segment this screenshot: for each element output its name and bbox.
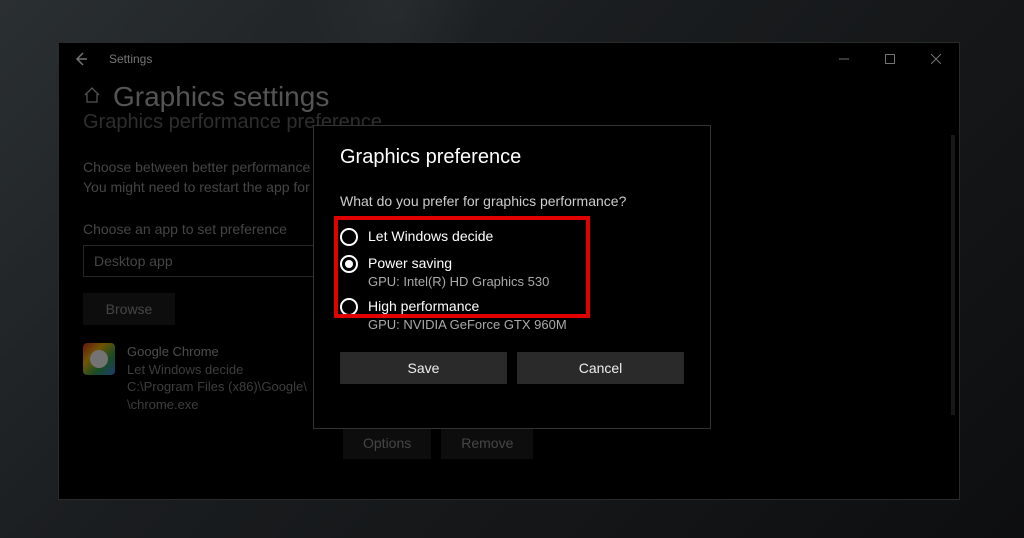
maximize-icon xyxy=(885,54,895,64)
minimize-button[interactable] xyxy=(821,43,867,75)
page-title: Graphics settings xyxy=(113,81,329,113)
radio-high-performance[interactable]: High performance GPU: NVIDIA GeForce GTX… xyxy=(340,291,684,334)
back-arrow-icon xyxy=(73,51,89,67)
app-path2: \chrome.exe xyxy=(127,396,307,414)
cancel-button[interactable]: Cancel xyxy=(517,352,684,384)
close-icon xyxy=(931,54,941,64)
radio-icon xyxy=(340,298,358,316)
browse-button[interactable]: Browse xyxy=(83,293,175,325)
save-button[interactable]: Save xyxy=(340,352,507,384)
app-path: C:\Program Files (x86)\Google\ xyxy=(127,378,307,396)
window-title: Settings xyxy=(103,52,152,66)
radio-power-saving[interactable]: Power saving GPU: Intel(R) HD Graphics 5… xyxy=(340,248,684,291)
radio-group: Let Windows decide Power saving GPU: Int… xyxy=(340,221,684,334)
home-icon[interactable] xyxy=(83,86,101,109)
app-name: Google Chrome xyxy=(127,343,307,361)
radio-icon xyxy=(340,228,358,246)
maximize-button[interactable] xyxy=(867,43,913,75)
dialog-question: What do you prefer for graphics performa… xyxy=(340,193,684,209)
options-button[interactable]: Options xyxy=(343,427,431,459)
radio-label: Let Windows decide xyxy=(368,227,493,245)
scrollbar[interactable] xyxy=(951,135,955,415)
remove-button[interactable]: Remove xyxy=(441,427,533,459)
minimize-icon xyxy=(839,54,849,64)
chrome-icon xyxy=(83,343,115,375)
app-type-value: Desktop app xyxy=(94,253,173,269)
titlebar: Settings xyxy=(59,43,959,75)
radio-label: Power saving xyxy=(368,254,549,272)
app-pref: Let Windows decide xyxy=(127,361,307,379)
radio-icon xyxy=(340,255,358,273)
radio-sublabel: GPU: Intel(R) HD Graphics 530 xyxy=(368,274,549,289)
radio-label: High performance xyxy=(368,297,567,315)
close-button[interactable] xyxy=(913,43,959,75)
dialog-title: Graphics preference xyxy=(340,146,684,169)
radio-let-windows-decide[interactable]: Let Windows decide xyxy=(340,221,684,248)
back-button[interactable] xyxy=(59,43,103,75)
graphics-preference-dialog: Graphics preference What do you prefer f… xyxy=(313,125,711,429)
radio-sublabel: GPU: NVIDIA GeForce GTX 960M xyxy=(368,317,567,332)
